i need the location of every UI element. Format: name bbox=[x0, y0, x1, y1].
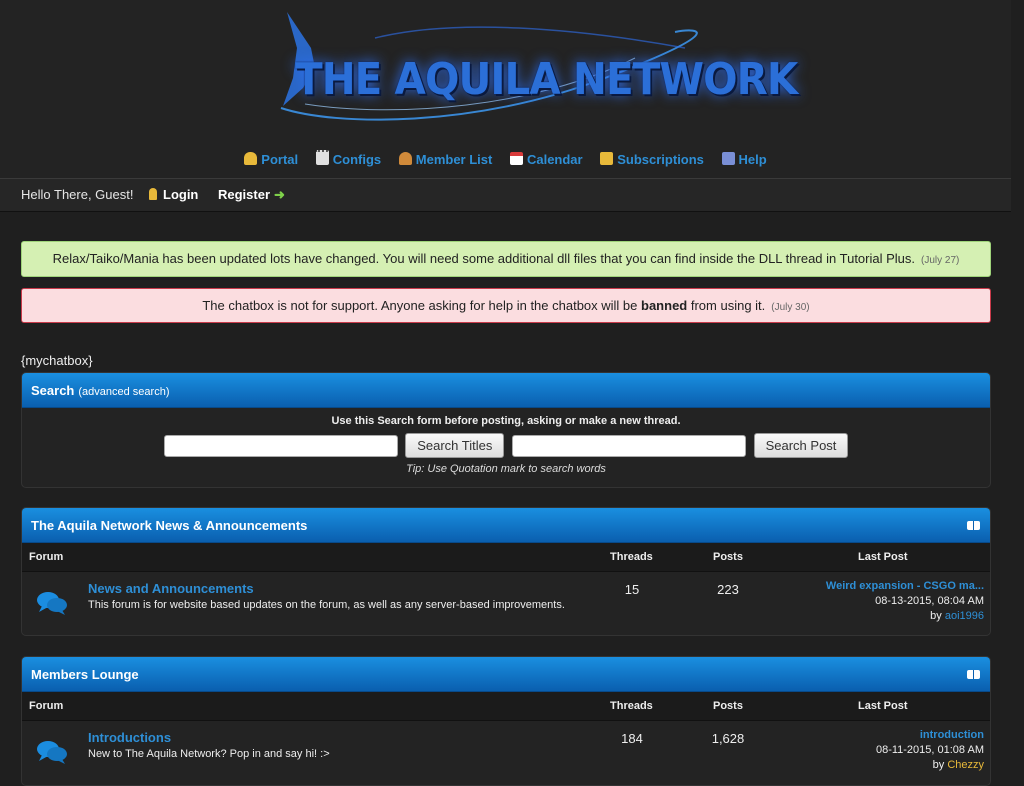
nav-portal[interactable]: Portal bbox=[244, 152, 298, 167]
col-threads: Threads bbox=[610, 700, 653, 712]
announcement-date: (July 30) bbox=[771, 302, 810, 313]
category-title[interactable]: The Aquila Network News & Announcements bbox=[31, 518, 307, 533]
col-lastpost: Last Post bbox=[858, 700, 908, 712]
search-posts-input[interactable] bbox=[511, 434, 746, 457]
search-title: Search bbox=[31, 383, 75, 398]
search-panel: Search (advanced search) Use this Search … bbox=[21, 372, 991, 488]
search-instruction: Use this Search form before posting, ask… bbox=[331, 415, 681, 427]
arrow-right-icon: ➜ bbox=[274, 187, 285, 202]
last-post-date: 08-11-2015, 01:08 AM bbox=[875, 744, 984, 756]
calendar-icon bbox=[509, 152, 523, 165]
top-navigation: Portal Configs Member List Calendar Subs… bbox=[0, 150, 1011, 167]
last-post-thread-link[interactable]: Weird expansion - CSGO ma... bbox=[826, 580, 984, 592]
users-icon bbox=[398, 152, 412, 165]
forum-threads-count: 15 bbox=[624, 582, 640, 597]
subscriptions-icon bbox=[600, 152, 614, 165]
forum-link[interactable]: News and Announcements bbox=[88, 581, 254, 596]
last-post-user-link[interactable]: Chezzy bbox=[947, 759, 984, 771]
category-title[interactable]: Members Lounge bbox=[31, 667, 139, 682]
search-form: Use this Search form before posting, ask… bbox=[22, 408, 990, 475]
col-posts: Posts bbox=[713, 700, 743, 712]
forum-description: This forum is for website based updates … bbox=[88, 599, 565, 611]
site-logo[interactable]: THE AQUILA NETWORK bbox=[275, 8, 798, 136]
category-members-lounge: Members Lounge Forum Threads Posts Last … bbox=[21, 656, 991, 786]
collapse-icon[interactable] bbox=[967, 670, 980, 679]
forum-posts-count: 1,628 bbox=[711, 731, 745, 746]
nav-configs[interactable]: Configs bbox=[315, 150, 381, 167]
search-titles-button[interactable]: Search Titles bbox=[405, 433, 505, 458]
last-post-user-link[interactable]: aoi1996 bbox=[945, 610, 984, 622]
chatbox-placeholder: {mychatbox} bbox=[21, 353, 93, 368]
key-icon bbox=[149, 188, 157, 200]
notepad-icon bbox=[315, 150, 329, 165]
announcement-success: Relax/Taiko/Mania has been updated lots … bbox=[21, 241, 991, 277]
announcement-text: Relax/Taiko/Mania has been updated lots … bbox=[52, 251, 916, 266]
forum-row: News and Announcements This forum is for… bbox=[22, 572, 990, 634]
column-headers: Forum Threads Posts Last Post bbox=[22, 692, 990, 721]
guest-greeting: Hello There, Guest! bbox=[21, 187, 134, 202]
col-forum: Forum bbox=[29, 700, 64, 712]
help-icon bbox=[721, 152, 735, 165]
nav-member-list[interactable]: Member List bbox=[398, 152, 492, 167]
bell-icon bbox=[244, 152, 258, 165]
last-post-info: introduction 08-11-2015, 01:08 AM by Che… bbox=[875, 729, 984, 771]
login-link[interactable]: Login bbox=[149, 187, 198, 202]
forum-row: Introductions New to The Aquila Network?… bbox=[22, 721, 990, 783]
col-threads: Threads bbox=[610, 551, 653, 563]
last-post-date: 08-13-2015, 08:04 AM bbox=[875, 595, 984, 607]
col-lastpost: Last Post bbox=[858, 551, 908, 563]
category-header: Members Lounge bbox=[22, 657, 990, 692]
forum-chat-bubbles-icon bbox=[37, 592, 67, 615]
site-header: THE AQUILA NETWORK Portal Configs Member… bbox=[0, 0, 1011, 179]
column-headers: Forum Threads Posts Last Post bbox=[22, 543, 990, 572]
nav-calendar[interactable]: Calendar bbox=[509, 152, 583, 167]
search-panel-header: Search (advanced search) bbox=[22, 373, 990, 408]
announcement-text: The chatbox is not for support. Anyone a… bbox=[202, 298, 642, 313]
search-posts-button[interactable]: Search Post bbox=[753, 433, 849, 458]
announcement-date: (July 27) bbox=[921, 255, 960, 266]
logo-text: THE AQUILA NETWORK bbox=[295, 54, 798, 105]
forum-description: New to The Aquila Network? Pop in and sa… bbox=[88, 748, 330, 760]
collapse-icon[interactable] bbox=[967, 521, 980, 530]
forum-posts-count: 223 bbox=[717, 582, 739, 597]
last-post-info: Weird expansion - CSGO ma... 08-13-2015,… bbox=[825, 580, 984, 622]
category-header: The Aquila Network News & Announcements bbox=[22, 508, 990, 543]
advanced-search-link[interactable]: (advanced search) bbox=[78, 386, 169, 398]
category-news: The Aquila Network News & Announcements … bbox=[21, 507, 991, 636]
search-titles-input[interactable] bbox=[163, 434, 398, 457]
announcement-warning: The chatbox is not for support. Anyone a… bbox=[21, 288, 991, 323]
forum-chat-bubbles-icon bbox=[37, 741, 67, 764]
register-link[interactable]: Register ➜ bbox=[218, 187, 285, 203]
announcement-bold-text: banned bbox=[641, 298, 688, 313]
forum-threads-count: 184 bbox=[621, 731, 643, 746]
nav-subscriptions[interactable]: Subscriptions bbox=[600, 152, 704, 167]
col-forum: Forum bbox=[29, 551, 64, 563]
announcement-text-end: from using it. bbox=[687, 298, 766, 313]
user-bar: Hello There, Guest! Login Register ➜ bbox=[0, 179, 1011, 212]
search-tip: Tip: Use Quotation mark to search words bbox=[406, 463, 606, 475]
last-post-thread-link[interactable]: introduction bbox=[920, 729, 984, 741]
forum-link[interactable]: Introductions bbox=[88, 730, 171, 745]
nav-help[interactable]: Help bbox=[721, 152, 767, 167]
col-posts: Posts bbox=[713, 551, 743, 563]
